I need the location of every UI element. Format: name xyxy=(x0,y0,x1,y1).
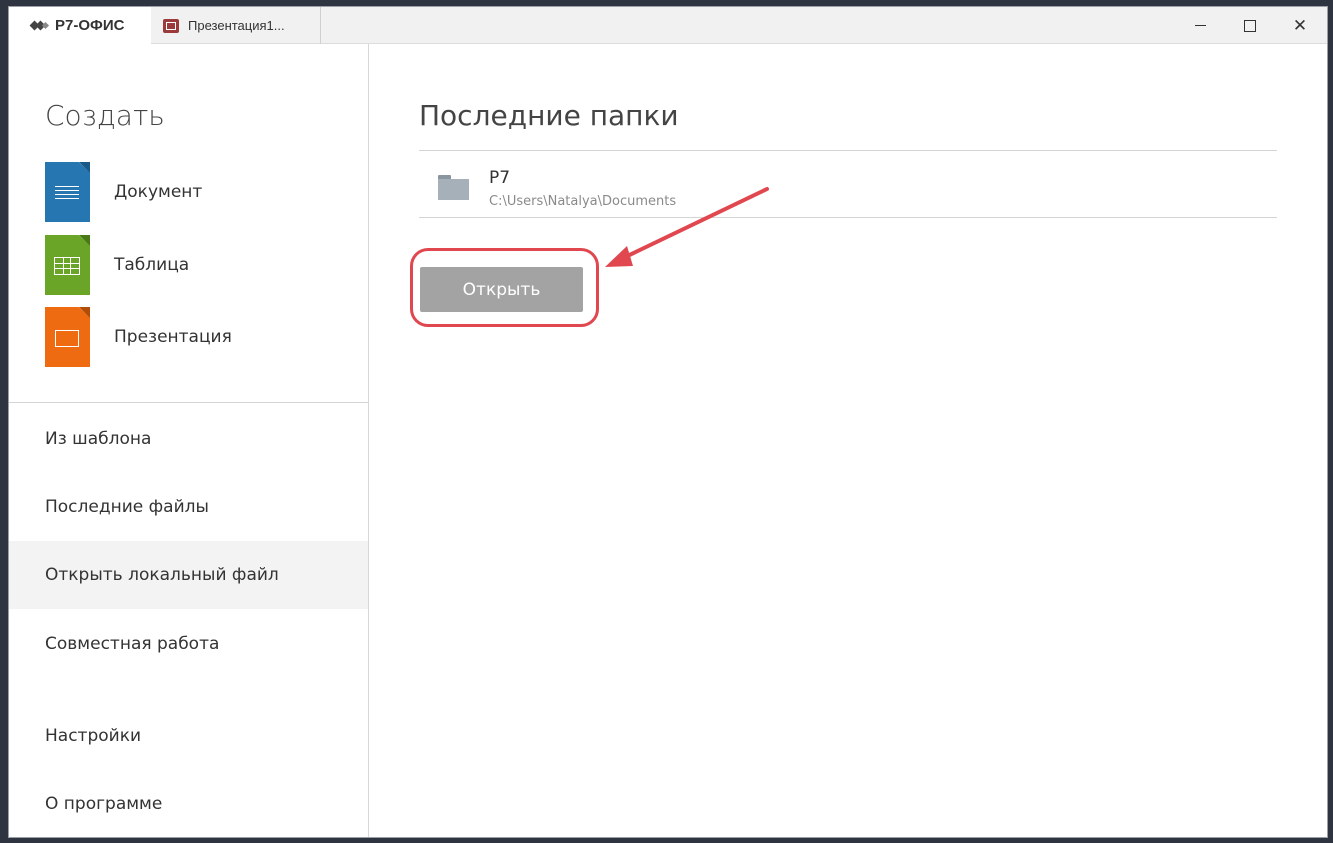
tab-presentation-label: Презентация1... xyxy=(188,18,285,33)
title-bar: Р7-ОФИС Презентация1... ✕ xyxy=(9,7,1327,44)
maximize-button[interactable] xyxy=(1225,7,1275,44)
divider xyxy=(9,402,368,403)
maximize-icon xyxy=(1244,19,1256,32)
recent-folders-heading: Последние папки xyxy=(419,99,679,132)
tab-home[interactable]: Р7-ОФИС xyxy=(9,7,151,44)
create-spreadsheet[interactable]: Таблица xyxy=(45,235,189,295)
create-document-label: Документ xyxy=(114,182,203,202)
recent-folder-item[interactable]: P7 C:\Users\Natalya\Documents xyxy=(419,152,1277,218)
close-button[interactable]: ✕ xyxy=(1275,7,1325,44)
divider xyxy=(419,217,1277,218)
create-presentation[interactable]: Презентация xyxy=(45,307,232,367)
nav-recent-files[interactable]: Последние файлы xyxy=(9,473,368,541)
presentation-icon xyxy=(163,18,179,33)
r7-logo-icon xyxy=(29,20,50,31)
open-button[interactable]: Открыть xyxy=(420,267,583,312)
nav-settings[interactable]: Настройки xyxy=(9,702,368,770)
nav-open-local-file[interactable]: Открыть локальный файл xyxy=(9,541,368,609)
nav-from-template[interactable]: Из шаблона xyxy=(9,405,368,473)
create-document[interactable]: Документ xyxy=(45,162,202,222)
tab-presentation[interactable]: Презентация1... xyxy=(151,7,321,44)
nav-collaboration[interactable]: Совместная работа xyxy=(9,610,368,678)
document-file-icon xyxy=(45,162,90,222)
minimize-button[interactable] xyxy=(1175,7,1225,44)
presentation-file-icon xyxy=(45,307,90,367)
minimize-icon xyxy=(1194,25,1206,26)
create-spreadsheet-label: Таблица xyxy=(114,255,190,275)
app-window: Р7-ОФИС Презентация1... ✕ Создать Докуме… xyxy=(8,6,1328,838)
main-panel: Последние папки P7 C:\Users\Natalya\Docu… xyxy=(369,44,1327,837)
close-icon: ✕ xyxy=(1292,15,1308,36)
left-panel: Создать Документ Таблица Презентация Из … xyxy=(9,44,369,837)
spreadsheet-file-icon xyxy=(45,235,90,295)
folder-icon xyxy=(438,175,469,200)
create-presentation-label: Презентация xyxy=(114,327,232,347)
arrow-icon xyxy=(605,187,769,267)
nav-about[interactable]: О программе xyxy=(9,770,368,837)
divider xyxy=(419,150,1277,151)
brand-name: Р7-ОФИС xyxy=(55,17,125,34)
folder-name: P7 xyxy=(489,168,511,188)
create-heading: Создать xyxy=(45,99,165,132)
